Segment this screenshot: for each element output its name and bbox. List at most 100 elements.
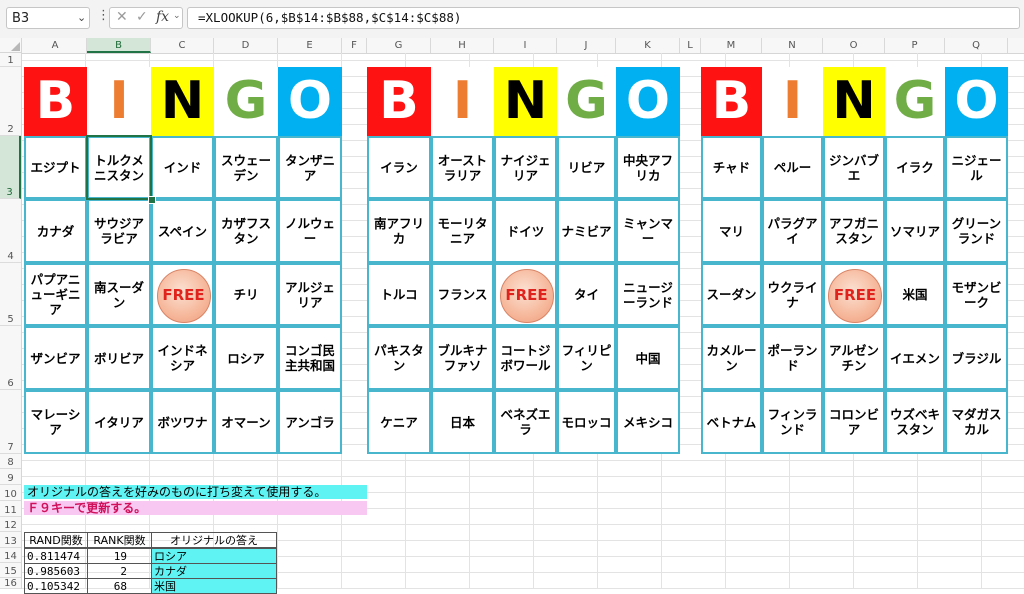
column-header-m[interactable]: M [701, 38, 762, 53]
bingo-cell[interactable]: カメルーン [701, 326, 762, 390]
bingo-cell[interactable]: オマーン [214, 390, 278, 454]
row-header-7[interactable]: 7 [0, 390, 21, 454]
bingo-cell[interactable]: アフガニスタン [823, 199, 885, 263]
row-header-10[interactable]: 10 [0, 485, 21, 501]
bingo-cell[interactable]: ブラジル [945, 326, 1008, 390]
bingo-cell[interactable]: ミャンマー [616, 199, 680, 263]
row-header-9[interactable]: 9 [0, 469, 21, 485]
cancel-icon[interactable]: ✕ [116, 9, 128, 25]
row-header-12[interactable]: 12 [0, 517, 21, 532]
bingo-cell[interactable]: タイ [557, 263, 616, 326]
row-header-14[interactable]: 14 [0, 548, 21, 563]
free-space[interactable]: FREE [494, 263, 557, 326]
bingo-cell[interactable]: コロンビア [823, 390, 885, 454]
bingo-cell[interactable]: イラク [885, 136, 945, 199]
select-all-corner[interactable] [0, 38, 22, 53]
bingo-cell[interactable]: ニュージーランド [616, 263, 680, 326]
bingo-cell[interactable]: 米国 [885, 263, 945, 326]
column-header-a[interactable]: A [24, 38, 87, 53]
bingo-cell[interactable]: イラン [367, 136, 431, 199]
bingo-cell[interactable]: ベネズエラ [494, 390, 557, 454]
bingo-cell[interactable]: チャド [701, 136, 762, 199]
column-header-f[interactable]: F [342, 38, 367, 53]
answer-cell[interactable]: 米国 [151, 578, 277, 594]
bingo-cell[interactable]: パプアニューギニア [24, 263, 87, 326]
column-header-q[interactable]: Q [945, 38, 1008, 53]
bingo-cell[interactable]: ウズベキスタン [885, 390, 945, 454]
bingo-letter-g[interactable]: G [885, 67, 945, 136]
column-header-l[interactable]: L [680, 38, 701, 53]
row-header-16[interactable]: 16 [0, 578, 21, 589]
enter-icon[interactable]: ✓ [136, 9, 148, 25]
bingo-cell[interactable]: ナイジェリア [494, 136, 557, 199]
bingo-letter-n[interactable]: N [151, 67, 214, 136]
bingo-cell[interactable]: グリーンランド [945, 199, 1008, 263]
bingo-cell[interactable]: ニジェール [945, 136, 1008, 199]
bingo-cell[interactable]: カザフスタン [214, 199, 278, 263]
answer-cell[interactable]: ロシア [151, 548, 277, 564]
column-header-c[interactable]: C [151, 38, 214, 53]
bingo-cell[interactable]: ボリビア [87, 326, 151, 390]
bingo-cell[interactable]: ベトナム [701, 390, 762, 454]
table-header[interactable]: RANK関数 [87, 532, 152, 548]
answer-cell[interactable]: カナダ [151, 563, 277, 579]
bingo-letter-n[interactable]: N [494, 67, 557, 136]
rand-value-cell[interactable]: 0.985603 [24, 563, 88, 579]
row-header-3[interactable]: 3 [0, 136, 21, 199]
column-header-j[interactable]: J [557, 38, 616, 53]
bingo-cell[interactable]: ケニア [367, 390, 431, 454]
bingo-cell[interactable]: フランス [431, 263, 494, 326]
bingo-cell[interactable]: トルクメニスタン [87, 136, 151, 199]
bingo-cell[interactable]: モロッコ [557, 390, 616, 454]
bingo-cell[interactable]: 南スーダン [87, 263, 151, 326]
bingo-cell[interactable]: スーダン [701, 263, 762, 326]
bingo-cell[interactable]: モーリタニア [431, 199, 494, 263]
column-header-e[interactable]: E [278, 38, 342, 53]
bingo-cell[interactable]: ソマリア [885, 199, 945, 263]
bingo-cell[interactable]: リビア [557, 136, 616, 199]
refresh-note[interactable]: Ｆ９キーで更新する。 [24, 501, 367, 515]
row-header-11[interactable]: 11 [0, 501, 21, 517]
bingo-letter-b[interactable]: B [701, 67, 762, 136]
column-header-o[interactable]: O [823, 38, 885, 53]
table-header[interactable]: RAND関数 [24, 532, 88, 548]
bingo-cell[interactable]: ザンビア [24, 326, 87, 390]
bingo-cell[interactable]: ドイツ [494, 199, 557, 263]
bingo-letter-i[interactable]: I [762, 67, 823, 136]
bingo-cell[interactable]: アルジェリア [278, 263, 342, 326]
bingo-cell[interactable]: ポーランド [762, 326, 823, 390]
bingo-letter-b[interactable]: B [367, 67, 431, 136]
bingo-cell[interactable]: チリ [214, 263, 278, 326]
row-header-5[interactable]: 5 [0, 263, 21, 326]
rand-value-cell[interactable]: 0.811474 [24, 548, 88, 564]
rank-value-cell[interactable]: 68 [87, 578, 152, 594]
fill-handle[interactable] [148, 196, 156, 204]
free-space[interactable]: FREE [823, 263, 885, 326]
bingo-cell[interactable]: アンゴラ [278, 390, 342, 454]
bingo-cell[interactable]: ナミビア [557, 199, 616, 263]
bingo-cell[interactable]: トルコ [367, 263, 431, 326]
bingo-cell[interactable]: ペルー [762, 136, 823, 199]
column-header-g[interactable]: G [367, 38, 431, 53]
formula-input[interactable]: =XLOOKUP(6,$B$14:$B$88,$C$14:$C$88) [187, 7, 1020, 29]
insert-function-icon[interactable]: fx [156, 9, 169, 25]
bingo-cell[interactable]: ボツワナ [151, 390, 214, 454]
column-header-b[interactable]: B [87, 38, 151, 53]
bingo-cell[interactable]: メキシコ [616, 390, 680, 454]
bingo-cell[interactable]: コートジボワール [494, 326, 557, 390]
bingo-cell[interactable]: 日本 [431, 390, 494, 454]
bingo-letter-i[interactable]: I [431, 67, 494, 136]
bingo-cell[interactable]: モザンビーク [945, 263, 1008, 326]
instruction-note[interactable]: オリジナルの答えを好みのものに打ち変えて使用する。 [24, 485, 367, 499]
bingo-letter-o[interactable]: O [278, 67, 342, 136]
bingo-cell[interactable]: 南アフリカ [367, 199, 431, 263]
column-header-i[interactable]: I [494, 38, 557, 53]
rank-value-cell[interactable]: 2 [87, 563, 152, 579]
column-header-p[interactable]: P [885, 38, 945, 53]
bingo-cell[interactable]: マダガスカル [945, 390, 1008, 454]
row-header-2[interactable]: 2 [0, 67, 21, 136]
bingo-cell[interactable]: パラグアイ [762, 199, 823, 263]
row-header-8[interactable]: 8 [0, 454, 21, 469]
bingo-cell[interactable]: スウェーデン [214, 136, 278, 199]
bingo-cell[interactable]: インド [151, 136, 214, 199]
